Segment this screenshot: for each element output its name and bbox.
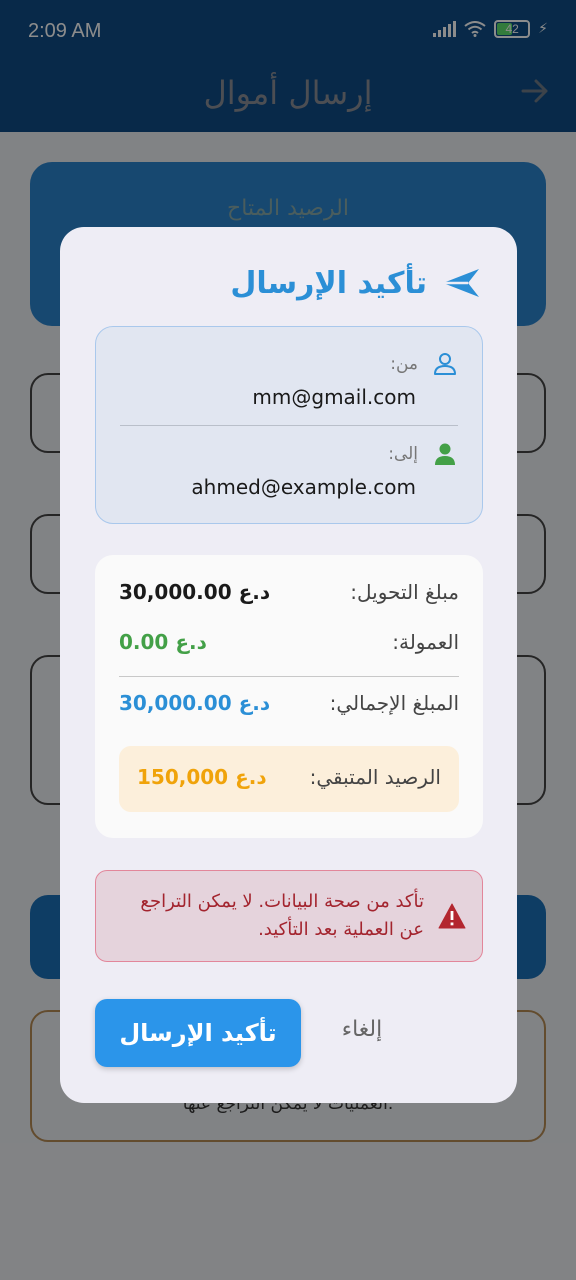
commission-value: 0.00 د.ع [119, 630, 207, 654]
to-value: ahmed@example.com [191, 475, 416, 499]
total-row: المبلغ الإجمالي: 30,000.00 د.ع [119, 691, 459, 715]
confirm-send-button[interactable]: تأكيد الإرسال [95, 999, 301, 1067]
to-label: إلى: [388, 444, 418, 464]
remaining-balance-box: الرصيد المتبقي: 150,000 د.ع [119, 746, 459, 812]
remaining-label: الرصيد المتبقي: [309, 765, 441, 789]
transfer-row: مبلغ التحويل: 30,000.00 د.ع [119, 580, 459, 604]
cancel-button[interactable]: إلغاء [332, 1017, 392, 1051]
commission-label: العمولة: [392, 630, 459, 654]
total-label: المبلغ الإجمالي: [329, 691, 459, 715]
dialog-title: تأكيد الإرسال [230, 265, 427, 301]
person-outline-icon [434, 353, 456, 375]
dialog-header: تأكيد الإرسال [230, 263, 481, 303]
amounts-divider [119, 676, 459, 677]
parties-divider [120, 425, 458, 426]
warning-text: تأكد من صحة البيانات. لا يمكن التراجع عن… [140, 891, 424, 940]
warning-triangle-icon [438, 903, 466, 929]
remaining-row: الرصيد المتبقي: 150,000 د.ع [137, 765, 441, 789]
transfer-label: مبلغ التحويل: [350, 580, 459, 604]
total-value: 30,000.00 د.ع [119, 691, 271, 715]
from-value: mm@gmail.com [252, 385, 416, 409]
warning-box: تأكد من صحة البيانات. لا يمكن التراجع عن… [95, 870, 483, 962]
transfer-value: 30,000.00 د.ع [119, 580, 271, 604]
remaining-value: 150,000 د.ع [137, 765, 267, 789]
from-label: من: [390, 354, 418, 374]
from-section: من: mm@gmail.com [120, 351, 458, 409]
send-icon [443, 269, 479, 297]
confirm-dialog: تأكيد الإرسال من: mm@gmail.com إلى: ahme… [60, 227, 517, 1103]
person-icon [435, 443, 455, 465]
commission-row: العمولة: 0.00 د.ع [119, 630, 459, 654]
amounts-card: مبلغ التحويل: 30,000.00 د.ع العمولة: 0.0… [95, 555, 483, 838]
parties-card: من: mm@gmail.com إلى: ahmed@example.com [95, 326, 483, 524]
to-section: إلى: ahmed@example.com [120, 441, 458, 499]
